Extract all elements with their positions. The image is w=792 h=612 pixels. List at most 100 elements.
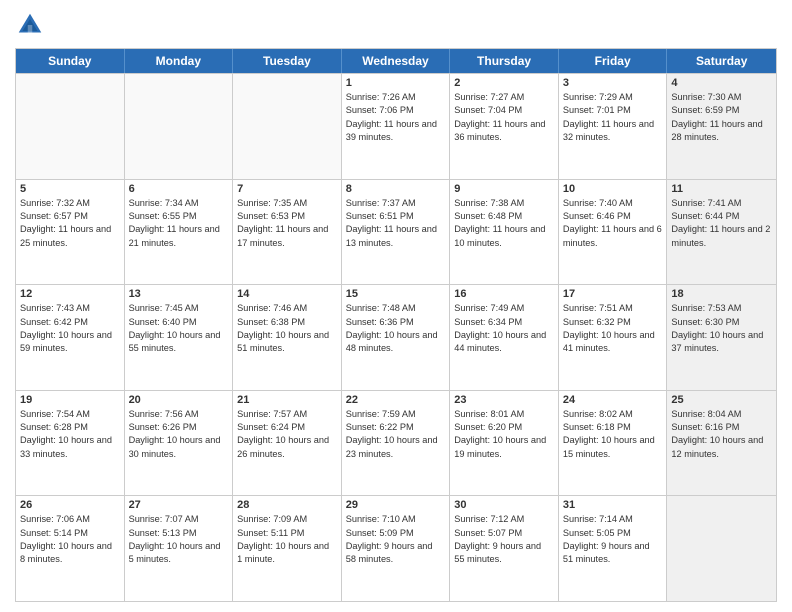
cell-info-line: Sunrise: 7:48 AM — [346, 303, 416, 313]
day-number: 12 — [20, 288, 120, 300]
cell-info-line: Sunset: 7:01 PM — [563, 105, 631, 115]
cal-cell-2: 2Sunrise: 7:27 AMSunset: 7:04 PMDaylight… — [450, 74, 559, 179]
cal-cell-25: 25Sunrise: 8:04 AMSunset: 6:16 PMDayligh… — [667, 391, 776, 496]
cell-info: Sunrise: 8:01 AMSunset: 6:20 PMDaylight:… — [454, 408, 554, 461]
cell-info-line: Sunrise: 7:54 AM — [20, 409, 90, 419]
cal-cell-21: 21Sunrise: 7:57 AMSunset: 6:24 PMDayligh… — [233, 391, 342, 496]
cell-info-line: Sunrise: 7:59 AM — [346, 409, 416, 419]
day-header-monday: Monday — [125, 49, 234, 73]
day-number: 23 — [454, 394, 554, 406]
cell-info-line: Daylight: 11 hours and 39 minutes. — [346, 119, 437, 142]
cell-info-line: Sunrise: 7:30 AM — [671, 92, 741, 102]
day-number: 15 — [346, 288, 446, 300]
cell-info: Sunrise: 7:29 AM Sunset: 7:01 PM Daylight:… — [563, 91, 663, 144]
cell-info-line: Daylight: 11 hours and 36 minutes. — [454, 119, 545, 142]
cell-info-line: Sunrise: 8:02 AM — [563, 409, 633, 419]
cell-info-line: Sunset: 6:18 PM — [563, 422, 631, 432]
cell-info: Sunrise: 7:41 AMSunset: 6:44 PMDaylight:… — [671, 197, 772, 250]
day-number: 8 — [346, 183, 446, 195]
calendar-header-row: SundayMondayTuesdayWednesdayThursdayFrid… — [16, 49, 776, 73]
cell-info: Sunrise: 7:45 AMSunset: 6:40 PMDaylight:… — [129, 302, 229, 355]
day-number: 11 — [671, 183, 772, 195]
day-number: 28 — [237, 499, 337, 511]
cal-cell-11: 11 Sunrise: 7:41 AMSunset: 6:44 PMDayligh… — [667, 180, 776, 285]
cal-cell-29: 29Sunrise: 7:10 AMSunset: 5:09 PMDayligh… — [342, 496, 451, 601]
cell-info: Sunrise: 7:49 AMSunset: 6:34 PMDaylight:… — [454, 302, 554, 355]
cell-info-line: Sunset: 6:46 PM — [563, 211, 631, 221]
cell-info-line: Sunset: 6:40 PM — [129, 317, 197, 327]
cal-cell-20: 20Sunrise: 7:56 AMSunset: 6:26 PMDayligh… — [125, 391, 234, 496]
cell-info-line: Daylight: 11 hours and 10 minutes. — [454, 224, 545, 247]
day-number: 1 — [346, 77, 446, 89]
cal-cell-19: 19Sunrise: 7:54 AMSunset: 6:28 PMDayligh… — [16, 391, 125, 496]
cal-cell-12: 12Sunrise: 7:43 AMSunset: 6:42 PMDayligh… — [16, 285, 125, 390]
day-number: 26 — [20, 499, 120, 511]
day-number: 18 — [671, 288, 772, 300]
cell-info-line: Sunrise: 7:26 AM — [346, 92, 416, 102]
week-row-2: 5Sunrise: 7:32 AMSunset: 6:57 PMDaylight… — [16, 179, 776, 285]
cal-cell-16: 16Sunrise: 7:49 AMSunset: 6:34 PMDayligh… — [450, 285, 559, 390]
cell-info: Sunrise: 7:34 AMSunset: 6:55 PMDaylight:… — [129, 197, 229, 250]
page: SundayMondayTuesdayWednesdayThursdayFrid… — [0, 0, 792, 612]
cell-info-line: Sunrise: 7:45 AM — [129, 303, 199, 313]
day-number: 5 — [20, 183, 120, 195]
cell-info-line: Sunset: 6:16 PM — [671, 422, 739, 432]
cell-info-line: Sunrise: 7:10 AM — [346, 514, 416, 524]
cell-info: Sunrise: 7:10 AMSunset: 5:09 PMDaylight:… — [346, 513, 446, 566]
cell-info-line: Sunset: 6:59 PM — [671, 105, 739, 115]
cal-cell-28: 28 Sunrise: 7:09 AMSunset: 5:11 PMDayligh… — [233, 496, 342, 601]
cell-info-line: Sunrise: 7:43 AM — [20, 303, 90, 313]
cal-cell-27: 27 Sunrise: 7:07 AMSunset: 5:13 PMDayligh… — [125, 496, 234, 601]
cell-info-line: Daylight: 10 hours and 12 minutes. — [671, 435, 763, 458]
cell-info-line: Sunset: 6:24 PM — [237, 422, 305, 432]
cell-info-line: Daylight: 11 hours and 13 minutes. — [346, 224, 437, 247]
cal-cell-empty — [667, 496, 776, 601]
logo — [15, 10, 49, 40]
cell-info-line: Sunrise: 7:49 AM — [454, 303, 524, 313]
day-number: 30 — [454, 499, 554, 511]
day-number: 3 — [563, 77, 663, 89]
cell-info-line: Daylight: 10 hours and 51 minutes. — [237, 330, 329, 353]
cell-info-line: Sunrise: 7:41 AM — [671, 198, 741, 208]
cell-info-line: Daylight: 10 hours and 15 minutes. — [563, 435, 655, 458]
cell-info-line: Sunrise: 7:57 AM — [237, 409, 307, 419]
cal-cell-6: 6Sunrise: 7:34 AMSunset: 6:55 PMDaylight… — [125, 180, 234, 285]
cell-info-line: Daylight: 11 hours and 6 minutes. — [563, 224, 662, 247]
week-row-5: 26 Sunrise: 7:06 AMSunset: 5:14 PMDayligh… — [16, 495, 776, 601]
cell-info-line: Daylight: 10 hours and 19 minutes. — [454, 435, 546, 458]
day-number: 27 — [129, 499, 229, 511]
day-number: 13 — [129, 288, 229, 300]
cell-info-line: Daylight: 10 hours and 30 minutes. — [129, 435, 221, 458]
cell-info-line: Sunrise: 7:29 AM — [563, 92, 633, 102]
cal-cell-8: 8Sunrise: 7:37 AMSunset: 6:51 PMDaylight… — [342, 180, 451, 285]
cell-info-line: Daylight: 11 hours and 21 minutes. — [129, 224, 220, 247]
cell-info: Sunrise: 7:07 AMSunset: 5:13 PMDaylight:… — [129, 513, 229, 566]
cell-info-line: Daylight: 10 hours and 23 minutes. — [346, 435, 438, 458]
cell-info-line: Daylight: 11 hours and 32 minutes. — [563, 119, 654, 142]
cell-info: Sunrise: 7:30 AM Sunset: 6:59 PM Daylight:… — [671, 91, 772, 144]
cell-info-line: Sunset: 5:11 PM — [237, 528, 304, 538]
cell-info: Sunrise: 7:06 AMSunset: 5:14 PMDaylight:… — [20, 513, 120, 566]
cal-cell-31: 31Sunrise: 7:14 AMSunset: 5:05 PMDayligh… — [559, 496, 668, 601]
cal-cell-23: 23 Sunrise: 8:01 AMSunset: 6:20 PMDayligh… — [450, 391, 559, 496]
cell-info-line: Daylight: 9 hours and 58 minutes. — [346, 541, 433, 564]
day-number: 24 — [563, 394, 663, 406]
cal-cell-9: 9Sunrise: 7:38 AMSunset: 6:48 PMDaylight… — [450, 180, 559, 285]
cell-info-line: Daylight: 11 hours and 28 minutes. — [671, 119, 762, 142]
cell-info-line: Sunset: 5:07 PM — [454, 528, 522, 538]
day-header-sunday: Sunday — [16, 49, 125, 73]
cell-info-line: Sunrise: 7:07 AM — [129, 514, 199, 524]
cell-info: Sunrise: 7:51 AMSunset: 6:32 PMDaylight:… — [563, 302, 663, 355]
cal-cell-15: 15Sunrise: 7:48 AMSunset: 6:36 PMDayligh… — [342, 285, 451, 390]
cell-info: Sunrise: 7:38 AMSunset: 6:48 PMDaylight:… — [454, 197, 554, 250]
week-row-1: 1Sunrise: 7:26 AMSunset: 7:06 PMDaylight… — [16, 73, 776, 179]
cell-info: Sunrise: 7:54 AMSunset: 6:28 PMDaylight:… — [20, 408, 120, 461]
cell-info-line: Sunset: 6:26 PM — [129, 422, 197, 432]
cal-cell-24: 24 Sunrise: 8:02 AM Sunset: 6:18 PM Dayligh… — [559, 391, 668, 496]
cell-info: Sunrise: 7:09 AMSunset: 5:11 PMDaylight:… — [237, 513, 337, 566]
cell-info-line: Daylight: 9 hours and 55 minutes. — [454, 541, 541, 564]
cell-info-line: Sunrise: 8:04 AM — [671, 409, 741, 419]
cal-cell-1: 1Sunrise: 7:26 AMSunset: 7:06 PMDaylight… — [342, 74, 451, 179]
cell-info-line: Sunset: 5:05 PM — [563, 528, 631, 538]
cal-cell-30: 30Sunrise: 7:12 AMSunset: 5:07 PMDayligh… — [450, 496, 559, 601]
